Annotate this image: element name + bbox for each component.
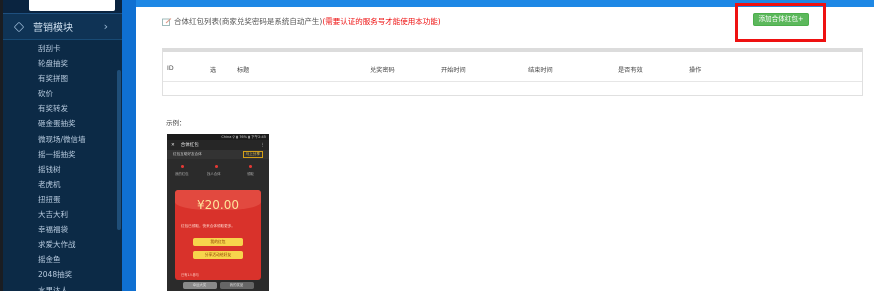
- list-title-warning: (需要认证的服务号才能使用本功能): [322, 17, 441, 26]
- main-content: 合体红包列表 (商家兑奖密码是系统自动产生) (需要认证的服务号才能使用本功能)…: [136, 0, 874, 291]
- column-header-title: 标题: [237, 67, 250, 74]
- edit-icon: [162, 17, 172, 26]
- sidebar-item[interactable]: 水果达人: [3, 283, 122, 291]
- sidebar-item[interactable]: 有奖拼图: [3, 71, 122, 86]
- list-title-note: (商家兑奖密码是系统自动产生): [219, 17, 323, 26]
- phone-tab-left: 幸运大奖: [182, 282, 217, 289]
- sidebar-item[interactable]: 有奖转发: [3, 101, 122, 116]
- list-title-text: 合体红包列表: [174, 17, 219, 26]
- column-header-id: ID: [167, 65, 174, 72]
- column-header-password: 兑奖密码: [370, 67, 395, 74]
- sidebar-collapse-strip: [122, 0, 136, 291]
- sidebar-scrollbar[interactable]: [117, 70, 121, 230]
- envelope-amount: ¥20.00: [197, 198, 239, 212]
- example-phone-screenshot: China ⚲ ▮ 76% ▮ 下午2:45 ✕ 合体红包 ⋮ 红包互助好友合体…: [167, 134, 269, 291]
- sidebar-item[interactable]: 微现场/微信墙: [3, 132, 122, 147]
- sidebar-item[interactable]: 摇金鱼: [3, 252, 122, 267]
- phone-steps: 我的红包 找人合体 领取: [167, 159, 269, 181]
- sidebar-item[interactable]: 大吉大利: [3, 207, 122, 222]
- sidebar-item[interactable]: 扭扭蛋: [3, 192, 122, 207]
- column-header-valid: 是否有效: [618, 67, 643, 74]
- table-header: ID 选 标题 兑奖密码 开始时间 结束时间 是否有效 操作: [163, 52, 862, 82]
- sidebar-item[interactable]: 刮刮卡: [3, 41, 122, 56]
- sidebar-item[interactable]: 求爱大作战: [3, 237, 122, 252]
- example-label: 示例：: [166, 119, 186, 127]
- sidebar-menu-label: 营销模块: [33, 23, 73, 34]
- sidebar-item[interactable]: 轮盘抽奖: [3, 56, 122, 71]
- red-envelope: ¥20.00 红包已领取，快来合体领取更多。 我的红包 分享活动给好友 已有1人…: [175, 190, 261, 280]
- envelope-footer: 已有1人参与: [181, 273, 199, 277]
- logo: [29, 0, 115, 11]
- step-dot: [181, 165, 184, 168]
- list-title: 合体红包列表 (商家兑奖密码是系统自动产生) (需要认证的服务号才能使用本功能): [162, 16, 441, 27]
- column-header-actions: 操作: [689, 67, 702, 74]
- phone-subbar: 红包互助好友合体 马上分享: [167, 150, 269, 159]
- sidebar-top: [3, 0, 122, 14]
- column-header-select: 选: [210, 67, 217, 74]
- phone-share-button: 马上分享: [242, 151, 263, 158]
- step-label: 我的红包: [175, 172, 189, 176]
- envelope-button-share: 分享活动给好友: [193, 251, 243, 259]
- envelope-text: 红包已领取，快来合体领取更多。: [181, 224, 235, 228]
- sidebar-item[interactable]: 摇一摇抽奖: [3, 147, 122, 162]
- column-header-start-time: 开始时间: [441, 67, 466, 74]
- phone-title-bar: ✕ 合体红包 ⋮: [167, 140, 269, 150]
- sidebar-item[interactable]: 摇钱树: [3, 162, 122, 177]
- data-table: ID 选 标题 兑奖密码 开始时间 结束时间 是否有效 操作: [162, 48, 863, 96]
- more-icon: ⋮: [260, 142, 266, 148]
- phone-sub-text: 红包互助好友合体: [173, 152, 202, 156]
- add-combo-redpacket-button[interactable]: 添加合体红包+: [753, 13, 809, 26]
- step-dot: [249, 165, 252, 168]
- close-icon: ✕: [171, 142, 175, 148]
- sidebar-item[interactable]: 砍价: [3, 86, 122, 101]
- sidebar-item[interactable]: 2048抽奖: [3, 267, 122, 282]
- sidebar-menu-marketing[interactable]: 营销模块 ›: [3, 14, 122, 40]
- sidebar: 营销模块 › 刮刮卡 轮盘抽奖 有奖拼图 砍价 有奖转发 砸金蛋抽奖 微现场/微…: [3, 0, 122, 291]
- tag-icon: [13, 21, 25, 32]
- step-label: 找人合体: [207, 172, 221, 176]
- sidebar-items: 刮刮卡 轮盘抽奖 有奖拼图 砍价 有奖转发 砸金蛋抽奖 微现场/微信墙 摇一摇抽…: [3, 40, 122, 291]
- envelope-button-my: 我的红包: [193, 238, 243, 246]
- column-header-end-time: 结束时间: [528, 67, 553, 74]
- chevron-right-icon: ›: [103, 20, 108, 33]
- sidebar-item[interactable]: 老虎机: [3, 177, 122, 192]
- app-window: 营销模块 › 刮刮卡 轮盘抽奖 有奖拼图 砍价 有奖转发 砸金蛋抽奖 微现场/微…: [0, 0, 874, 291]
- phone-title: 合体红包: [180, 143, 199, 148]
- phone-tab-right: 我的奖品: [219, 282, 254, 289]
- step-dot: [215, 165, 218, 168]
- step-label: 领取: [247, 172, 254, 176]
- sidebar-item[interactable]: 砸金蛋抽奖: [3, 116, 122, 131]
- phone-tabs: 幸运大奖 我的奖品: [175, 282, 261, 291]
- sidebar-item[interactable]: 幸福福袋: [3, 222, 122, 237]
